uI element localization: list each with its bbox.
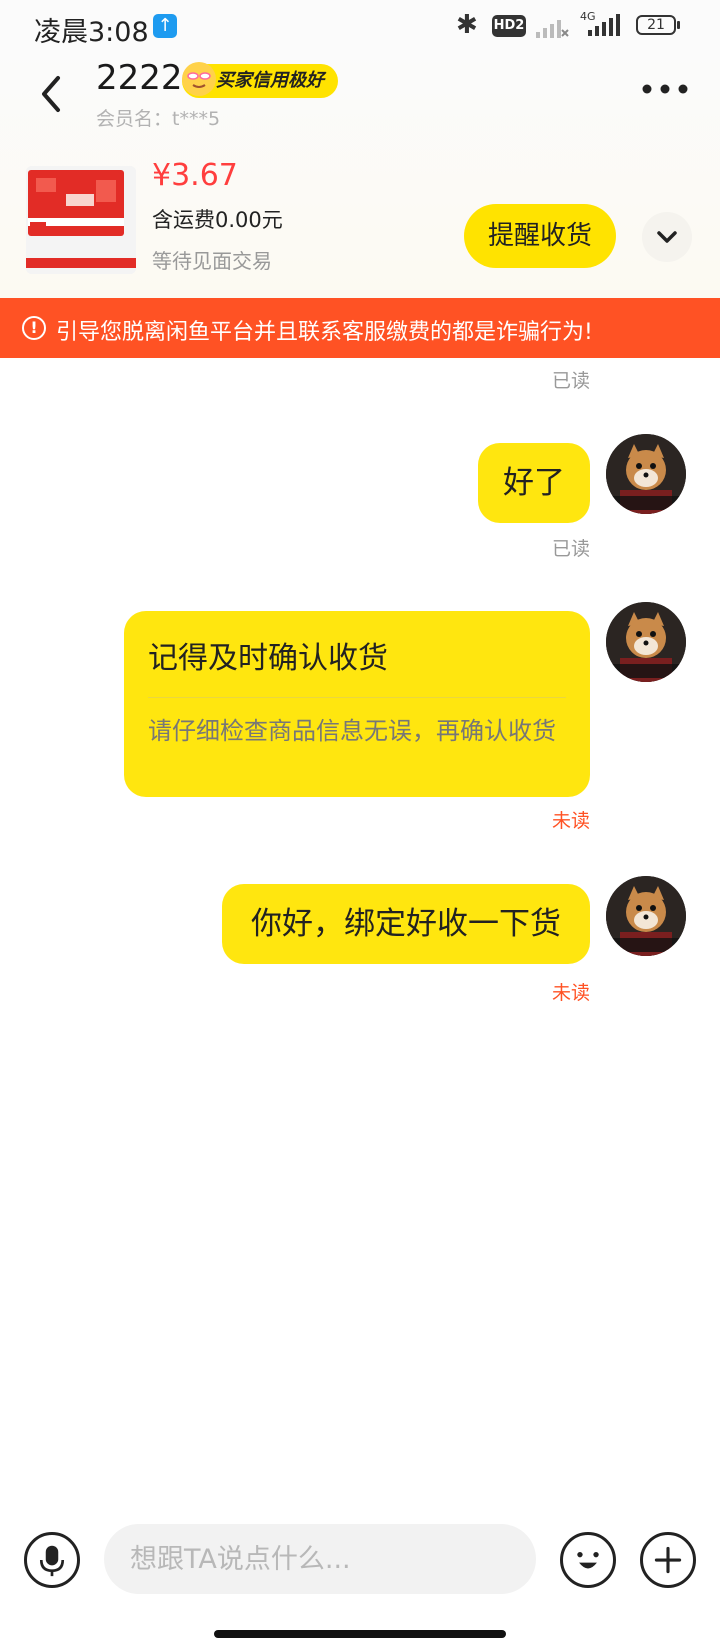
chevron-down-icon[interactable]	[642, 212, 692, 262]
home-indicator[interactable]	[214, 1630, 506, 1638]
more-icon[interactable]	[640, 82, 690, 96]
signal-weak-icon	[536, 20, 569, 38]
product-thumbnail[interactable]	[26, 166, 136, 274]
unread-status: 未读	[552, 810, 591, 832]
smiley-face-icon	[182, 62, 216, 96]
chat-title: 2222	[96, 58, 183, 98]
price: ¥3.67	[152, 158, 238, 193]
message-input[interactable]	[104, 1524, 536, 1594]
card-title: 记得及时确认收货	[148, 641, 388, 676]
read-status: 已读	[552, 538, 591, 560]
hd-badge: HD2	[492, 15, 526, 37]
network-label: 4G	[580, 10, 596, 23]
microphone-icon[interactable]	[24, 1532, 80, 1588]
warning-text: 引导您脱离闲鱼平台并且联系客服缴费的都是诈骗行为!	[56, 320, 593, 345]
card-description: 请仔细检查商品信息无误，再确认收货	[148, 717, 556, 745]
read-status: 已读	[552, 370, 591, 392]
alert-icon: !	[22, 316, 46, 340]
trade-status: 等待见面交易	[152, 249, 272, 273]
chevron-left-icon[interactable]	[34, 70, 70, 118]
unread-status: 未读	[552, 982, 591, 1004]
signal-4g-icon: 4G	[580, 10, 620, 36]
plus-icon[interactable]	[640, 1532, 696, 1588]
avatar[interactable]	[606, 434, 686, 514]
avatar[interactable]	[606, 602, 686, 682]
status-time: 凌晨3:08	[34, 17, 149, 48]
battery-icon: 21	[636, 15, 676, 35]
card-divider	[148, 697, 566, 698]
confirm-receipt-card[interactable]: 记得及时确认收货 请仔细检查商品信息无误，再确认收货	[124, 611, 590, 797]
battery-tip	[677, 21, 680, 29]
arrow-up-icon: ↑	[153, 14, 177, 38]
emoji-icon[interactable]	[560, 1532, 616, 1588]
bluetooth-icon: ✱	[456, 10, 478, 40]
shipping-fee: 含运费0.00元	[152, 208, 283, 232]
member-name: 会员名：t***5	[96, 108, 221, 130]
message-bubble[interactable]: 好了	[478, 443, 590, 523]
avatar[interactable]	[606, 876, 686, 956]
message-bubble[interactable]: 你好，绑定好收一下货	[222, 884, 590, 964]
remind-receipt-button[interactable]: 提醒收货	[464, 204, 616, 268]
